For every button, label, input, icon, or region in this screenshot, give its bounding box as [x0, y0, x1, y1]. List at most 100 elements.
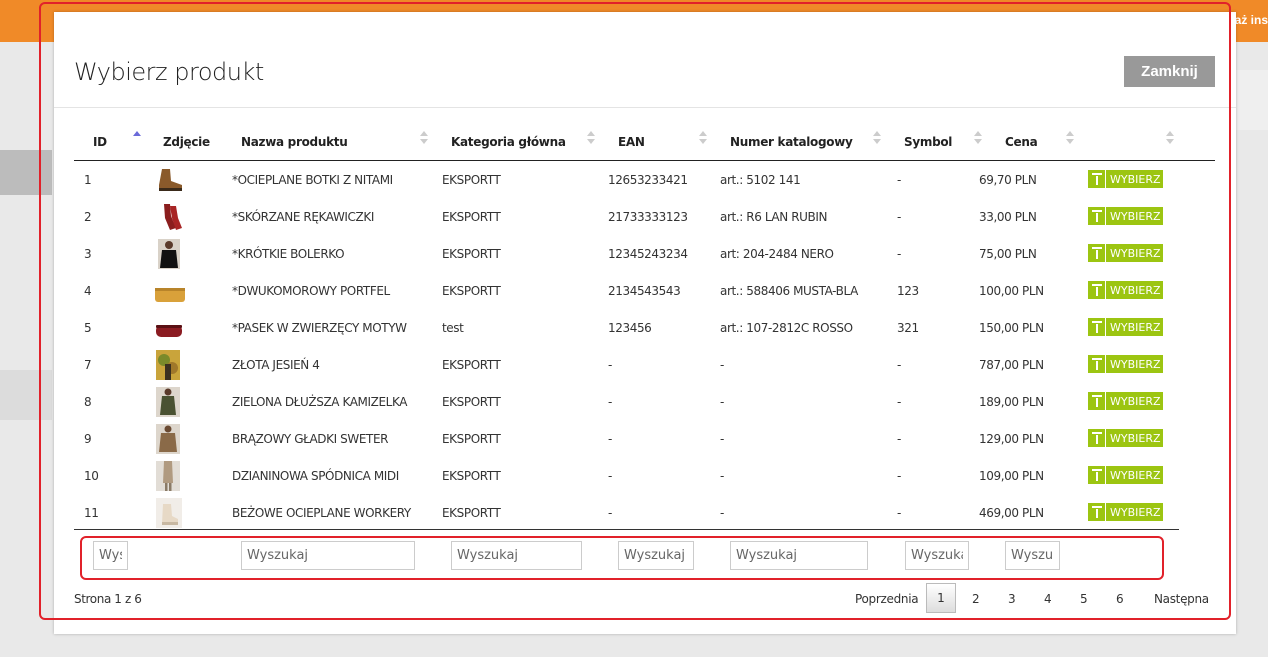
cell-category: EKSPORTT — [442, 284, 501, 298]
cell-name: ZŁOTA JESIEŃ 4 — [232, 358, 320, 372]
search-input-category[interactable] — [451, 541, 582, 570]
table-row: 4 *DWUKOMOROWY PORTFEL EKSPORTT 21345435… — [74, 272, 1179, 309]
column-header-id[interactable]: ID — [93, 135, 107, 149]
workers-thumb — [156, 498, 182, 528]
sort-icon[interactable] — [974, 130, 982, 146]
pagination-next[interactable]: Następna — [1154, 592, 1209, 606]
sort-icon[interactable] — [699, 130, 707, 146]
table-row: 10 DZIANINOWA SPÓDNICA MIDI EKSPORTT - -… — [74, 457, 1179, 494]
cell-price: 109,00 PLN — [979, 469, 1044, 483]
cell-catalog: art: 204-2484 NERO — [720, 247, 834, 261]
cell-category: EKSPORTT — [442, 395, 501, 409]
cell-id: 10 — [84, 469, 99, 483]
cell-name: *SKÓRZANE RĘKAWICZKI — [232, 210, 374, 224]
cell-category: EKSPORTT — [442, 210, 501, 224]
cell-name: BEŻOWE OCIEPLANE WORKERY — [232, 506, 411, 520]
product-picker-modal: Wybierz produkt Zamknij ID Zdjęcie Nazwa… — [54, 12, 1236, 634]
select-button[interactable]: WYBIERZ — [1088, 318, 1163, 336]
boots-thumb — [154, 165, 182, 193]
select-button[interactable]: WYBIERZ — [1088, 429, 1163, 447]
cell-name: *PASEK W ZWIERZĘCY MOTYW — [232, 321, 407, 335]
pagination-page[interactable]: 3 — [1008, 592, 1016, 606]
background-sidebar-block — [0, 150, 52, 195]
cell-id: 4 — [84, 284, 92, 298]
background-sidebar-block — [0, 370, 52, 420]
cell-name: *OCIEPLANE BOTKI Z NITAMI — [232, 173, 393, 187]
cell-ean: 123456 — [608, 321, 652, 335]
cell-id: 11 — [84, 506, 99, 520]
sort-icon[interactable] — [1066, 130, 1074, 146]
pagination-page-current[interactable]: 1 — [926, 583, 956, 613]
column-header-price[interactable]: Cena — [1005, 135, 1038, 149]
select-button[interactable]: WYBIERZ — [1088, 281, 1163, 299]
cell-symbol: - — [897, 247, 901, 261]
select-icon — [1088, 355, 1106, 373]
cell-symbol: - — [897, 173, 901, 187]
cell-catalog: - — [720, 432, 724, 446]
search-input-id[interactable] — [93, 541, 128, 570]
cell-id: 3 — [84, 247, 92, 261]
column-header-photo: Zdjęcie — [163, 135, 210, 149]
belt-thumb — [154, 313, 182, 341]
cell-id: 5 — [84, 321, 92, 335]
cell-ean: - — [608, 506, 612, 520]
cell-price: 33,00 PLN — [979, 210, 1037, 224]
pagination-page[interactable]: 5 — [1080, 592, 1088, 606]
select-button[interactable]: WYBIERZ — [1088, 503, 1163, 521]
close-button[interactable]: Zamknij — [1124, 56, 1215, 87]
search-input-catalog[interactable] — [730, 541, 868, 570]
cell-ean: 12345243234 — [608, 247, 688, 261]
cell-catalog: - — [720, 395, 724, 409]
search-input-name[interactable] — [241, 541, 415, 570]
select-button[interactable]: WYBIERZ — [1088, 392, 1163, 410]
cell-price: 75,00 PLN — [979, 247, 1037, 261]
table-header: ID Zdjęcie Nazwa produktu Kategoria głów… — [74, 130, 1215, 161]
cell-name: *KRÓTKIE BOLERKO — [232, 247, 345, 261]
pagination-page[interactable]: 6 — [1116, 592, 1124, 606]
pagination-page[interactable]: 2 — [972, 592, 980, 606]
cell-symbol: - — [897, 210, 901, 224]
modal-title: Wybierz produkt — [74, 58, 264, 86]
sweater-thumb — [156, 424, 182, 454]
cell-price: 100,00 PLN — [979, 284, 1044, 298]
table-row: 11 BEŻOWE OCIEPLANE WORKERY EKSPORTT - -… — [74, 494, 1179, 531]
table-row: 8 ZIELONA DŁUŻSZA KAMIZELKA EKSPORTT - -… — [74, 383, 1179, 420]
select-button[interactable]: WYBIERZ — [1088, 170, 1163, 188]
cell-id: 9 — [84, 432, 92, 446]
select-button[interactable]: WYBIERZ — [1088, 244, 1163, 262]
column-header-name[interactable]: Nazwa produktu — [241, 135, 348, 149]
table-row: 3 *KRÓTKIE BOLERKO EKSPORTT 12345243234 … — [74, 235, 1179, 272]
cell-price: 787,00 PLN — [979, 358, 1044, 372]
sort-icon[interactable] — [587, 130, 595, 146]
cell-ean: - — [608, 358, 612, 372]
cell-ean: - — [608, 469, 612, 483]
cell-category: EKSPORTT — [442, 247, 501, 261]
search-input-ean[interactable] — [618, 541, 694, 570]
select-button[interactable]: WYBIERZ — [1088, 207, 1163, 225]
select-button[interactable]: WYBIERZ — [1088, 355, 1163, 373]
sort-icon[interactable] — [1166, 130, 1174, 146]
sort-icon[interactable] — [420, 130, 428, 146]
select-icon — [1088, 429, 1106, 447]
column-header-ean[interactable]: EAN — [618, 135, 645, 149]
select-icon — [1088, 503, 1106, 521]
search-input-symbol[interactable] — [905, 541, 969, 570]
cell-name: *DWUKOMOROWY PORTFEL — [232, 284, 390, 298]
table-row: 2 *SKÓRZANE RĘKAWICZKI EKSPORTT 21733333… — [74, 198, 1179, 235]
table-row: 9 BRĄZOWY GŁADKI SWETER EKSPORTT - - - 1… — [74, 420, 1179, 457]
table-row: 1 *OCIEPLANE BOTKI Z NITAMI EKSPORTT 126… — [74, 161, 1179, 198]
sort-icon[interactable] — [873, 130, 881, 146]
cell-category: EKSPORTT — [442, 358, 501, 372]
cell-name: DZIANINOWA SPÓDNICA MIDI — [232, 469, 399, 483]
search-input-price[interactable] — [1005, 541, 1060, 570]
cell-price: 189,00 PLN — [979, 395, 1044, 409]
column-header-category[interactable]: Kategoria główna — [451, 135, 566, 149]
pagination-page[interactable]: 4 — [1044, 592, 1052, 606]
sort-asc-icon[interactable] — [133, 130, 141, 146]
select-icon — [1088, 392, 1106, 410]
pagination-prev[interactable]: Poprzednia — [855, 592, 919, 606]
cell-symbol: - — [897, 469, 901, 483]
column-header-catalog[interactable]: Numer katalogowy — [730, 135, 853, 149]
select-button[interactable]: WYBIERZ — [1088, 466, 1163, 484]
column-header-symbol[interactable]: Symbol — [904, 135, 952, 149]
